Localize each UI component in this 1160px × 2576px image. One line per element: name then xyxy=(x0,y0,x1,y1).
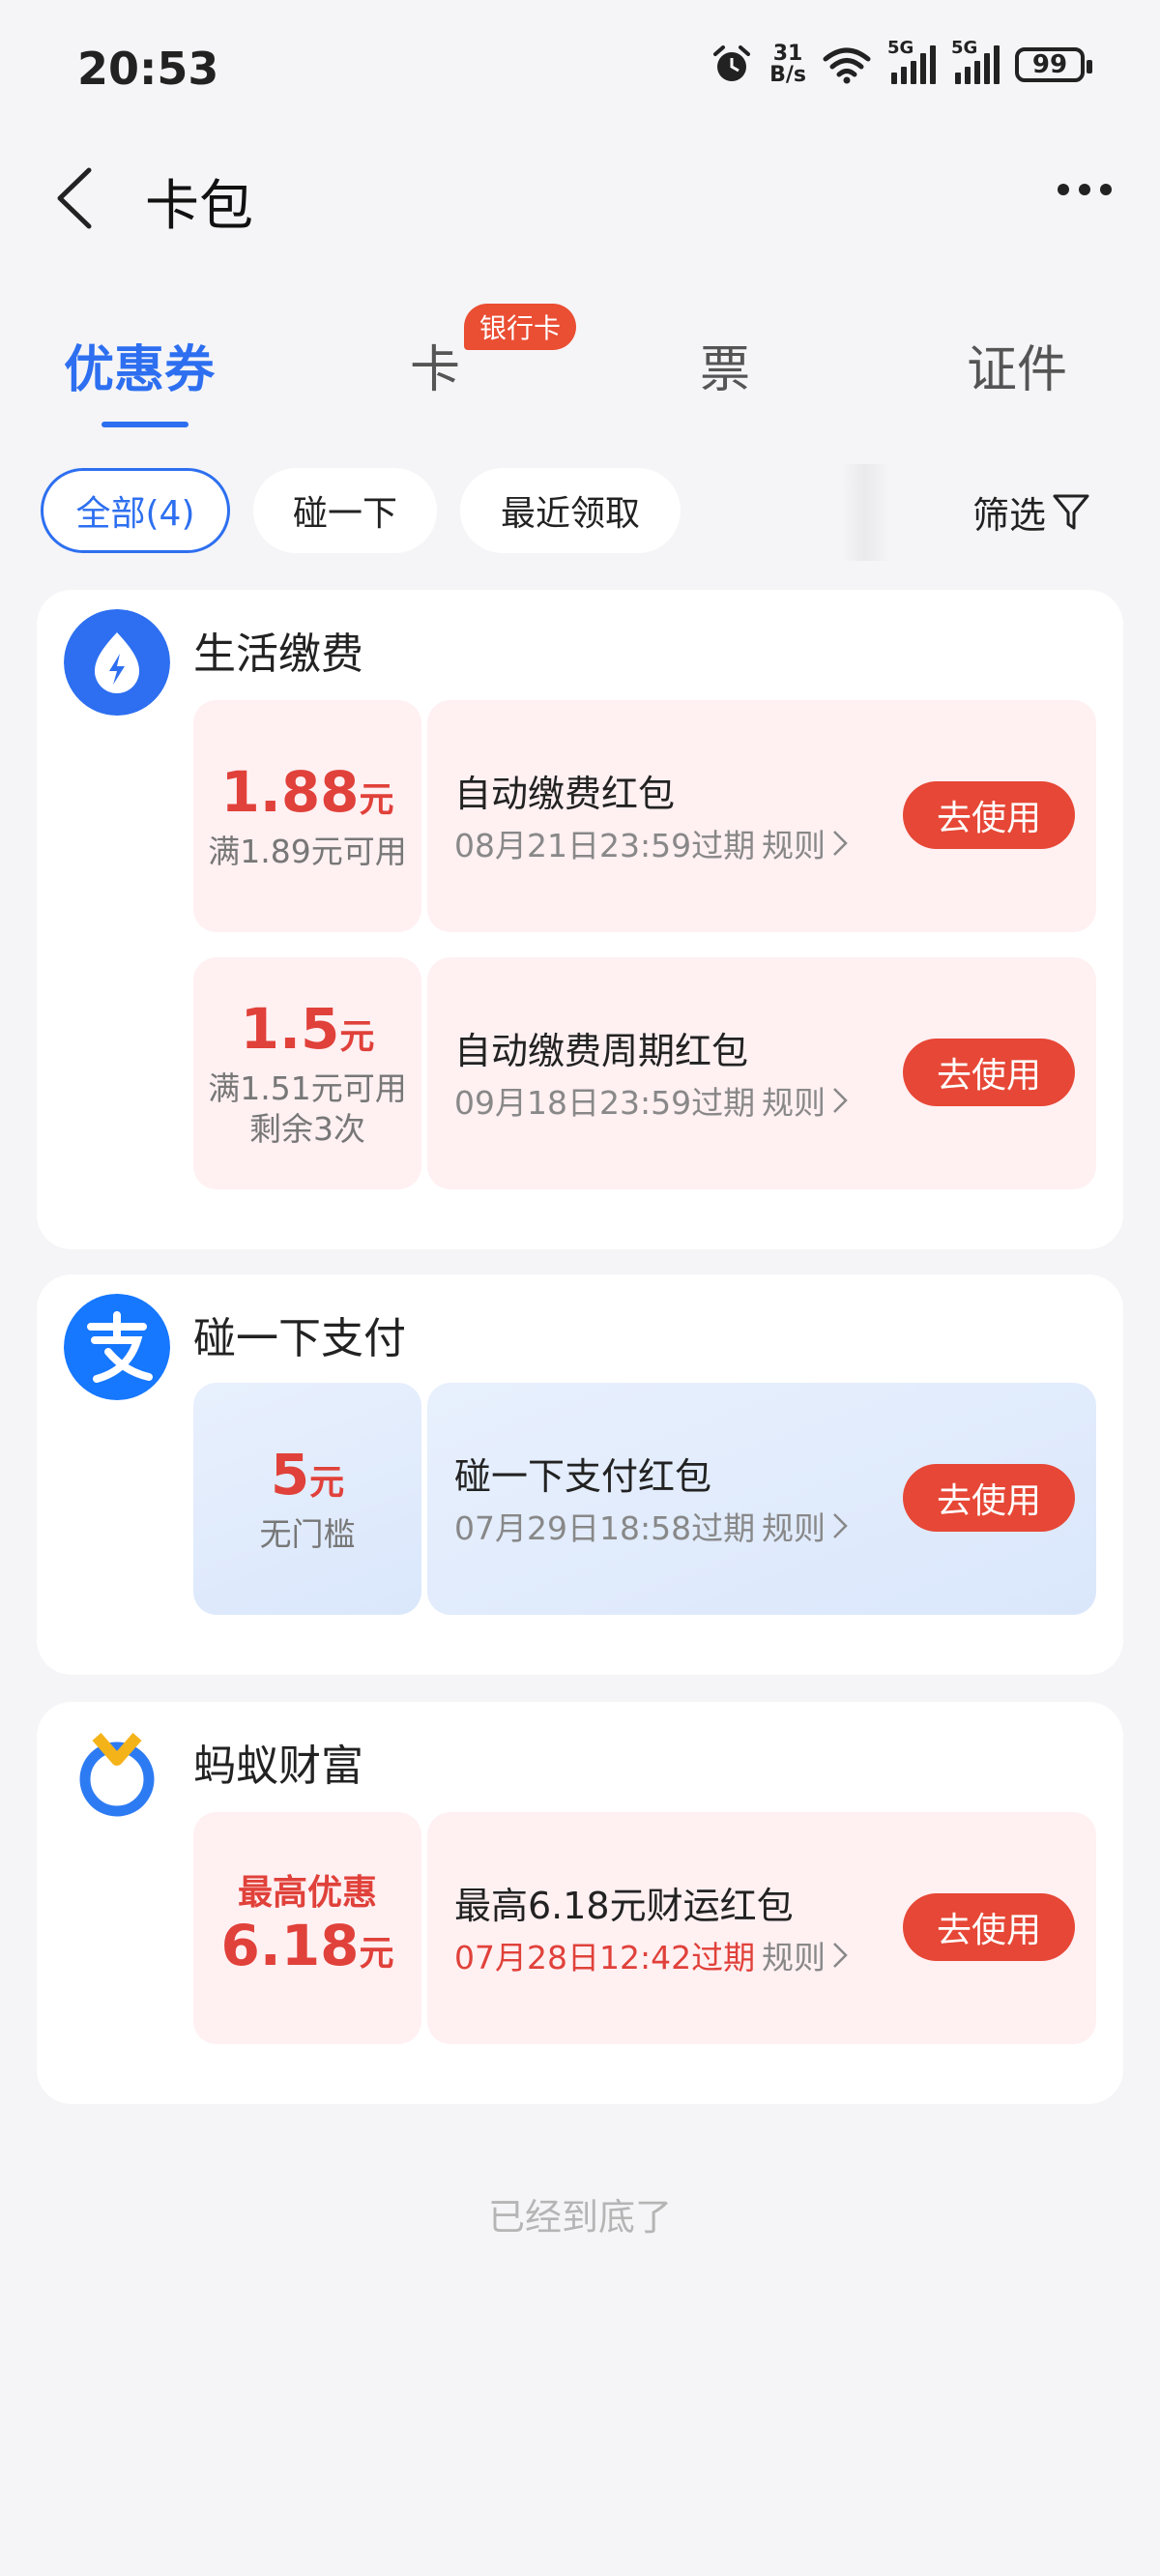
tab-coupons[interactable]: 优惠券 xyxy=(64,329,215,401)
coupon-name: 自动缴费周期红包 xyxy=(454,1030,749,1072)
coupon-info-panel: 碰一下支付红包 07月29日18:58过期 规则 去使用 xyxy=(427,1383,1096,1615)
header: 卡包 xyxy=(0,135,1160,261)
coupon-name: 自动缴费红包 xyxy=(454,773,676,815)
more-dot-icon xyxy=(1079,184,1090,195)
net-speed: 31 B/s xyxy=(769,42,806,87)
chevron-right-icon xyxy=(833,831,848,856)
coupon-expire: 07月28日12:42过期 xyxy=(454,1939,756,1976)
alarm-icon xyxy=(713,45,751,81)
coupon-amount-panel: 1.88元 满1.89元可用 xyxy=(193,700,421,932)
card-title: 生活缴费 xyxy=(193,629,363,679)
coupon-tap-pay: 5元 无门槛 碰一下支付红包 07月29日18:58过期 规则 去使用 xyxy=(193,1383,1096,1615)
coupon-amount: 1.88元 xyxy=(220,758,394,825)
coupon-amount: 1.5元 xyxy=(240,995,375,1062)
card-life-payment: 生活缴费 1.88元 满1.89元可用 自动缴费红包 08月21日23:59过期… xyxy=(37,590,1123,1249)
coupon-max-label: 最高优惠 xyxy=(237,1872,377,1913)
coupon-condition: 无门槛 xyxy=(259,1514,356,1553)
chevron-right-icon xyxy=(833,1513,848,1538)
coupon-info-panel: 最高6.18元财运红包 07月28日12:42过期 规则 去使用 xyxy=(427,1812,1096,2044)
coupon-name: 碰一下支付红包 xyxy=(454,1455,712,1498)
use-button[interactable]: 去使用 xyxy=(903,1039,1075,1106)
use-button[interactable]: 去使用 xyxy=(903,1893,1075,1961)
chip-all[interactable]: 全部(4) xyxy=(41,468,230,553)
coupon-amount-panel: 1.5元 满1.51元可用 剩余3次 xyxy=(193,957,421,1189)
wifi-icon xyxy=(823,47,871,84)
card-title: 碰一下支付 xyxy=(193,1314,406,1363)
coupon-amount-panel: 5元 无门槛 xyxy=(193,1383,421,1615)
coupon-rule-link[interactable]: 规则 xyxy=(762,1077,849,1124)
chevron-right-icon xyxy=(833,1943,848,1968)
back-button[interactable] xyxy=(48,164,106,232)
ant-fortune-icon xyxy=(64,1721,170,1828)
alipay-icon xyxy=(64,1294,170,1400)
status-icons: 31 B/s 5G 5G 99 xyxy=(710,38,1092,87)
chip-recent[interactable]: 最近领取 xyxy=(460,468,681,553)
coupon-rule-link[interactable]: 规则 xyxy=(762,1503,849,1549)
coupon-rule-link[interactable]: 规则 xyxy=(762,1932,849,1978)
signal-icon-1: 5G xyxy=(887,38,936,84)
coupon-remaining: 剩余3次 xyxy=(249,1109,365,1148)
status-bar: 20:53 31 B/s 5G 5G 99 xyxy=(0,0,1160,135)
more-dot-icon xyxy=(1058,184,1069,195)
coupon-expire: 09月18日23:59过期 xyxy=(454,1084,756,1122)
coupon-amount: 5元 xyxy=(270,1441,345,1508)
coupon-amount-panel: 最高优惠 6.18元 xyxy=(193,1812,421,2044)
tab-ids[interactable]: 证件 xyxy=(967,329,1067,401)
funnel-icon xyxy=(1053,494,1089,529)
tab-tickets[interactable]: 票 xyxy=(700,329,750,401)
tab-bar: 优惠券 卡 银行卡 票 证件 xyxy=(0,290,1160,435)
more-dot-icon xyxy=(1100,184,1112,195)
coupon-condition: 满1.51元可用 xyxy=(208,1068,407,1107)
coupon-auto-pay-cycle: 1.5元 满1.51元可用 剩余3次 自动缴费周期红包 09月18日23:59过… xyxy=(193,957,1096,1189)
card-ant-fortune: 蚂蚁财富 最高优惠 6.18元 最高6.18元财运红包 07月28日12:42过… xyxy=(37,1702,1123,2104)
tab-cards[interactable]: 卡 xyxy=(410,329,460,401)
filter-button[interactable]: 筛选 xyxy=(972,485,1090,539)
signal-icon-2: 5G xyxy=(951,38,1000,84)
coupon-rule-link[interactable]: 规则 xyxy=(762,820,849,866)
chip-tap[interactable]: 碰一下 xyxy=(253,468,437,553)
coupon-condition: 满1.89元可用 xyxy=(208,832,407,870)
use-button[interactable]: 去使用 xyxy=(903,781,1075,849)
card-title: 蚂蚁财富 xyxy=(193,1742,363,1791)
filter-bar: 全部(4) 碰一下 最近领取 筛选 xyxy=(0,464,1160,561)
tab-indicator xyxy=(102,422,188,427)
status-time: 20:53 xyxy=(77,43,219,95)
coupon-expire: 08月21日23:59过期 xyxy=(454,827,756,864)
chevron-right-icon xyxy=(833,1088,848,1113)
filter-divider xyxy=(841,464,889,561)
chevron-left-icon xyxy=(57,167,92,229)
coupon-info-panel: 自动缴费红包 08月21日23:59过期 规则 去使用 xyxy=(427,700,1096,932)
coupon-info-panel: 自动缴费周期红包 09月18日23:59过期 规则 去使用 xyxy=(427,957,1096,1189)
page-title: 卡包 xyxy=(145,175,253,238)
lightning-icon xyxy=(64,609,170,716)
use-button[interactable]: 去使用 xyxy=(903,1464,1075,1532)
coupon-fortune: 最高优惠 6.18元 最高6.18元财运红包 07月28日12:42过期 规则 … xyxy=(193,1812,1096,2044)
bank-card-badge: 银行卡 xyxy=(464,304,577,350)
more-button[interactable] xyxy=(1058,184,1112,195)
coupon-auto-pay: 1.88元 满1.89元可用 自动缴费红包 08月21日23:59过期 规则 去… xyxy=(193,700,1096,932)
card-tap-pay: 碰一下支付 5元 无门槛 碰一下支付红包 07月29日18:58过期 规则 去使… xyxy=(37,1274,1123,1675)
end-of-list-text: 已经到底了 xyxy=(487,2196,672,2239)
coupon-expire: 07月29日18:58过期 xyxy=(454,1509,756,1547)
coupon-name: 最高6.18元财运红包 xyxy=(454,1885,794,1927)
coupon-amount: 6.18元 xyxy=(220,1912,394,1978)
battery-icon: 99 xyxy=(1015,47,1092,82)
